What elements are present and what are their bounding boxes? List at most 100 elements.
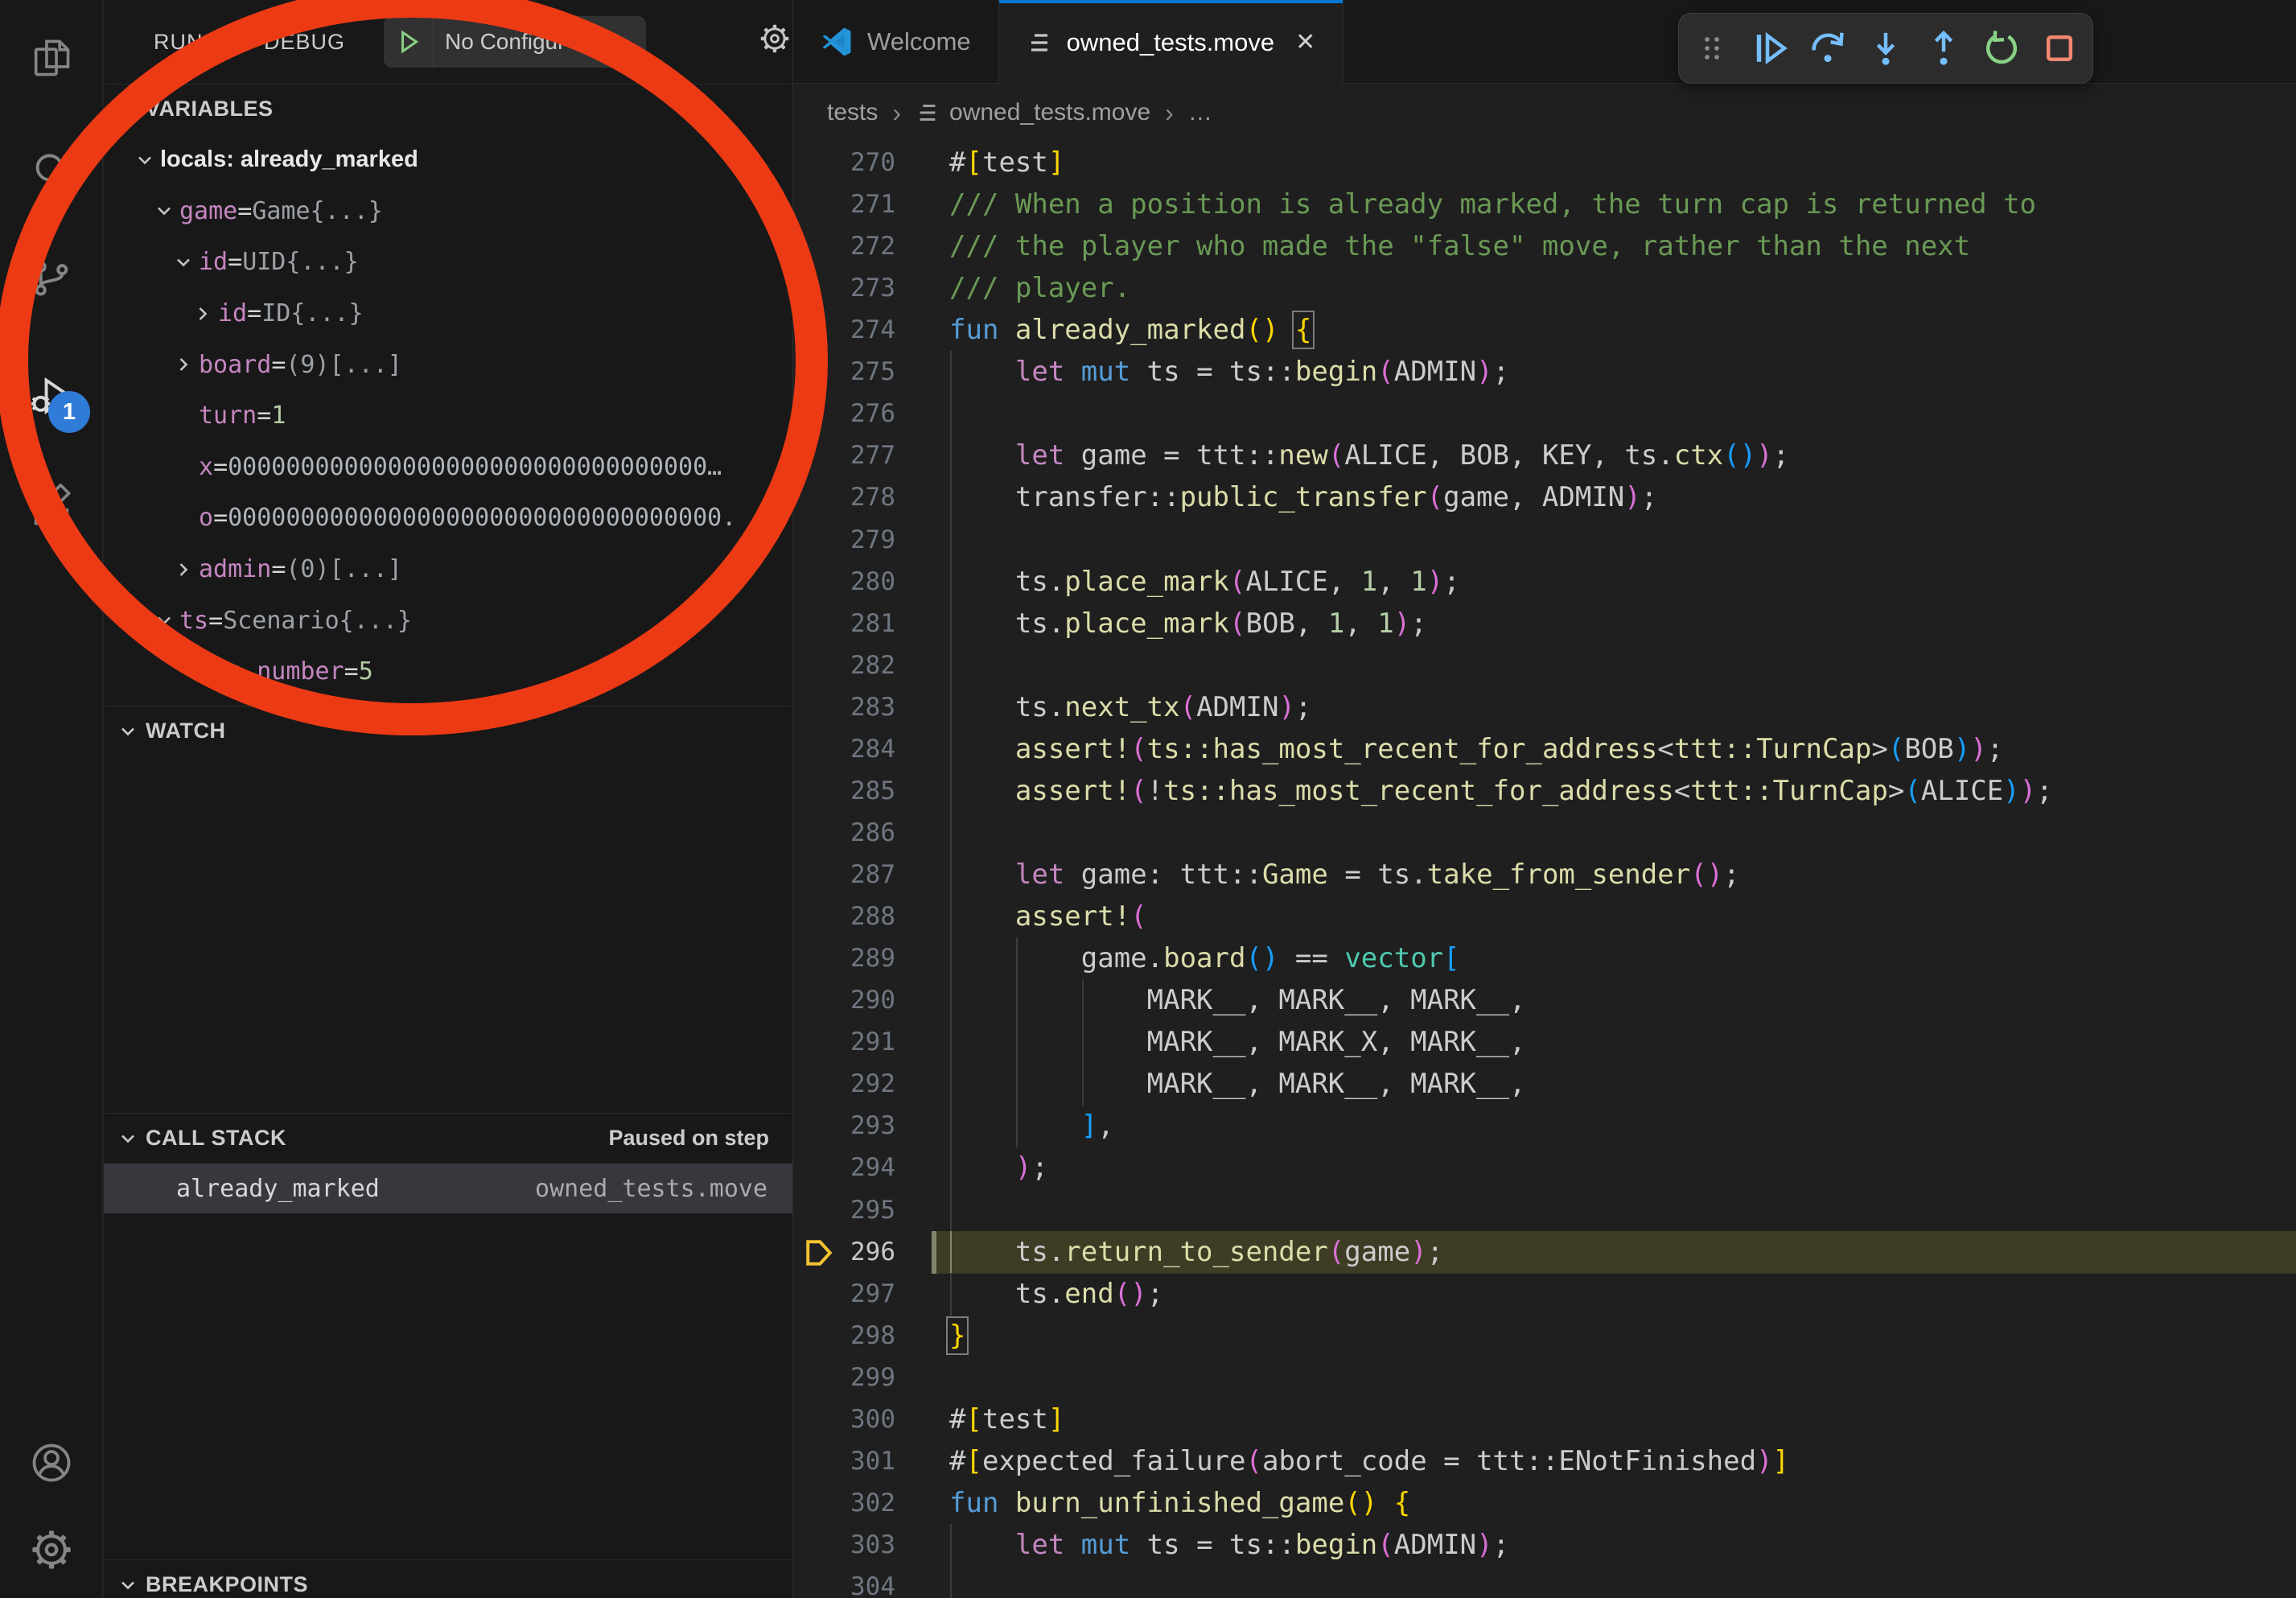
code-line[interactable]: 275 let mut ts = ts::begin(ADMIN); [793,351,2296,393]
variable-row[interactable]: game = Game{...} [104,186,793,237]
restart-icon[interactable] [1977,23,2026,73]
variable-row[interactable]: admin = (0)[...] [104,544,793,595]
settings-gear-icon[interactable] [0,1503,103,1596]
code-line[interactable]: 299 [793,1357,2296,1399]
line-number[interactable]: 301 [793,1440,895,1483]
line-number[interactable]: 285 [793,770,895,813]
line-number[interactable]: 300 [793,1398,895,1441]
code-line[interactable]: 284 assert!(ts::has_most_recent_for_addr… [793,728,2296,771]
variable-row[interactable]: turn = 1 [104,390,793,442]
code-editor[interactable]: 270#[test]271/// When a position is alre… [793,142,2296,1598]
variable-row[interactable]: board = (9)[...] [104,339,793,390]
step-into-icon[interactable] [1861,23,1911,73]
variable-row[interactable]: id = ID{...} [104,288,793,340]
line-number[interactable]: 288 [793,896,895,938]
line-number[interactable]: 280 [793,561,895,603]
line-number[interactable]: 293 [793,1105,895,1147]
code-line[interactable]: 274fun already_marked() { [793,309,2296,352]
close-icon[interactable]: ✕ [1295,28,1315,56]
variable-row[interactable]: x = 000000000000000000000000000000000… [104,442,793,493]
line-number[interactable]: 302 [793,1482,895,1525]
toolbar-drag-handle[interactable] [1687,23,1737,73]
step-out-icon[interactable] [1919,23,1969,73]
line-number[interactable]: 277 [793,435,895,477]
line-number[interactable]: 271 [793,183,895,226]
code-line[interactable]: 290 MARK__, MARK__, MARK__, [793,979,2296,1022]
line-number[interactable]: 282 [793,645,895,687]
chevron-down-icon[interactable] [149,609,179,632]
line-number[interactable]: 290 [793,979,895,1022]
code-line[interactable]: 281 ts.place_mark(BOB, 1, 1); [793,603,2296,645]
start-debug-icon[interactable] [384,16,434,68]
code-line[interactable]: 280 ts.place_mark(ALICE, 1, 1); [793,561,2296,603]
continue-icon[interactable] [1745,23,1795,73]
line-number[interactable]: 289 [793,937,895,980]
line-number[interactable]: 296 [793,1231,895,1274]
line-number[interactable]: 276 [793,393,895,435]
code-line[interactable]: 300#[test] [793,1398,2296,1441]
chevron-down-icon[interactable] [149,200,179,222]
code-line[interactable]: 301#[expected_failure(abort_code = ttt::… [793,1440,2296,1483]
watch-section-header[interactable]: WATCH [104,706,793,756]
line-number[interactable]: 283 [793,686,895,729]
variable-row[interactable]: o = 0000000000000000000000000000000000. [104,492,793,544]
variable-row[interactable]: txn_number = 5 [104,646,793,698]
code-line[interactable]: 303 let mut ts = ts::begin(ADMIN); [793,1524,2296,1567]
chevron-down-icon[interactable] [130,149,160,171]
run-and-debug-icon[interactable] [0,349,103,443]
line-number[interactable]: 295 [793,1189,895,1232]
code-line[interactable]: 272/// the player who made the "false" m… [793,225,2296,268]
variables-scope-row[interactable]: locals: already_marked [104,134,793,186]
line-number[interactable]: 273 [793,267,895,310]
code-line[interactable]: 283 ts.next_tx(ADMIN); [793,686,2296,729]
line-number[interactable]: 275 [793,351,895,393]
code-line[interactable]: 289 game.board() == vector[ [793,937,2296,980]
tab-welcome[interactable]: Welcome [793,0,999,84]
variable-row[interactable]: id = UID{...} [104,237,793,288]
account-icon[interactable] [0,1416,103,1509]
line-number[interactable]: 304 [793,1566,895,1598]
launch-config-dropdown[interactable]: No Configur [384,16,646,68]
line-number[interactable]: 303 [793,1524,895,1567]
chevron-right-icon[interactable] [168,353,199,376]
line-number[interactable]: 294 [793,1147,895,1189]
code-line[interactable]: 276 [793,393,2296,435]
line-number[interactable]: 286 [793,812,895,855]
source-control-icon[interactable] [0,232,103,325]
variable-row[interactable]: ts = Scenario{...} [104,595,793,646]
line-number[interactable]: 272 [793,225,895,268]
code-line[interactable]: 295 [793,1189,2296,1232]
explorer-icon[interactable] [0,11,103,105]
line-number[interactable]: 298 [793,1315,895,1357]
code-line[interactable]: 282 [793,645,2296,687]
code-line[interactable]: 302fun burn_unfinished_game() { [793,1482,2296,1525]
code-line[interactable]: 287 let game: ttt::Game = ts.take_from_s… [793,854,2296,896]
code-line[interactable]: 273/// player. [793,267,2296,310]
search-icon[interactable] [0,124,103,217]
code-line[interactable]: 285 assert!(!ts::has_most_recent_for_add… [793,770,2296,813]
line-number[interactable]: 284 [793,728,895,771]
line-number[interactable]: 291 [793,1021,895,1064]
breadcrumb-symbol[interactable]: … [1188,99,1212,126]
line-number[interactable]: 279 [793,519,895,562]
code-line[interactable]: 279 [793,519,2296,562]
line-number[interactable]: 292 [793,1063,895,1106]
code-line[interactable]: 296 ts.return_to_sender(game); [793,1231,2296,1274]
line-number[interactable]: 297 [793,1273,895,1316]
variables-section-header[interactable]: VARIABLES [104,84,793,134]
code-line[interactable]: 291 MARK__, MARK_X, MARK__, [793,1021,2296,1064]
line-number[interactable]: 270 [793,142,895,184]
extensions-icon[interactable] [0,460,103,554]
code-line[interactable]: 304 [793,1566,2296,1598]
breadcrumb[interactable]: tests › owned_tests.move › … [793,84,2296,142]
stop-icon[interactable] [2035,23,2084,73]
chevron-down-icon[interactable] [168,251,199,274]
code-line[interactable]: 270#[test] [793,142,2296,184]
code-line[interactable]: 293 ], [793,1105,2296,1147]
code-line[interactable]: 277 let game = ttt::new(ALICE, BOB, KEY,… [793,435,2296,477]
code-line[interactable]: 292 MARK__, MARK__, MARK__, [793,1063,2296,1106]
debug-settings-gear-icon[interactable] [757,21,792,56]
line-number[interactable]: 299 [793,1357,895,1399]
line-number[interactable]: 274 [793,309,895,352]
code-line[interactable]: 297 ts.end(); [793,1273,2296,1316]
